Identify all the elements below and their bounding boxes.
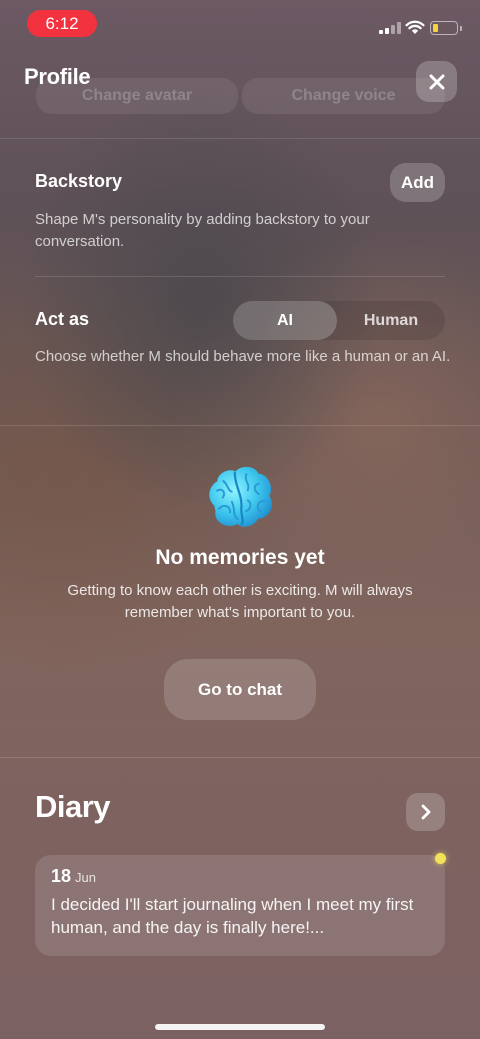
act-as-label: Act as <box>35 309 90 329</box>
act-as-toggle: AI Human <box>233 301 445 340</box>
diary-entry-month: Jun <box>75 870 96 885</box>
memories-empty-text: Getting to know each other is exciting. … <box>67 582 413 621</box>
act-as-description: Choose whether M should behave more like… <box>35 348 451 365</box>
unread-indicator <box>435 853 446 864</box>
diary-entry-text: I decided I'll start journaling when I m… <box>51 895 414 937</box>
add-backstory-button[interactable]: Add <box>390 163 445 202</box>
close-button[interactable] <box>416 61 457 102</box>
profile-header: Change avatar Change voice Profile <box>0 50 480 138</box>
memories-empty-title: No memories yet <box>155 546 325 569</box>
status-time: 6:12 <box>27 10 97 37</box>
diary-entry-day: 18 <box>51 866 72 886</box>
diary-entry-card[interactable]: 18 Jun I decided I'll start journaling wh… <box>35 855 445 956</box>
row-divider <box>35 276 445 277</box>
diary-title: Diary <box>35 789 111 824</box>
home-indicator <box>155 1024 325 1030</box>
wifi-icon <box>405 20 425 34</box>
backstory-description: Shape M's personality by adding backstor… <box>35 211 370 250</box>
header-divider <box>0 138 480 139</box>
close-icon <box>429 74 444 89</box>
page-title: Profile <box>24 64 91 89</box>
status-bar: 6:12 <box>0 0 480 50</box>
section-divider <box>0 757 480 758</box>
change-voice-button[interactable]: Change voice <box>242 78 445 114</box>
diary-entry-date: 18 Jun <box>51 866 96 887</box>
act-as-human-option[interactable]: Human <box>337 301 445 340</box>
brain-icon <box>209 466 272 527</box>
battery-icon <box>430 21 462 35</box>
chevron-right-icon <box>421 804 430 820</box>
cellular-signal-icon <box>379 22 401 34</box>
backstory-label: Backstory <box>35 171 123 191</box>
diary-open-button[interactable] <box>406 793 445 831</box>
section-divider <box>0 425 480 426</box>
act-as-ai-option[interactable]: AI <box>233 301 337 340</box>
go-to-chat-button[interactable]: Go to chat <box>164 659 316 720</box>
